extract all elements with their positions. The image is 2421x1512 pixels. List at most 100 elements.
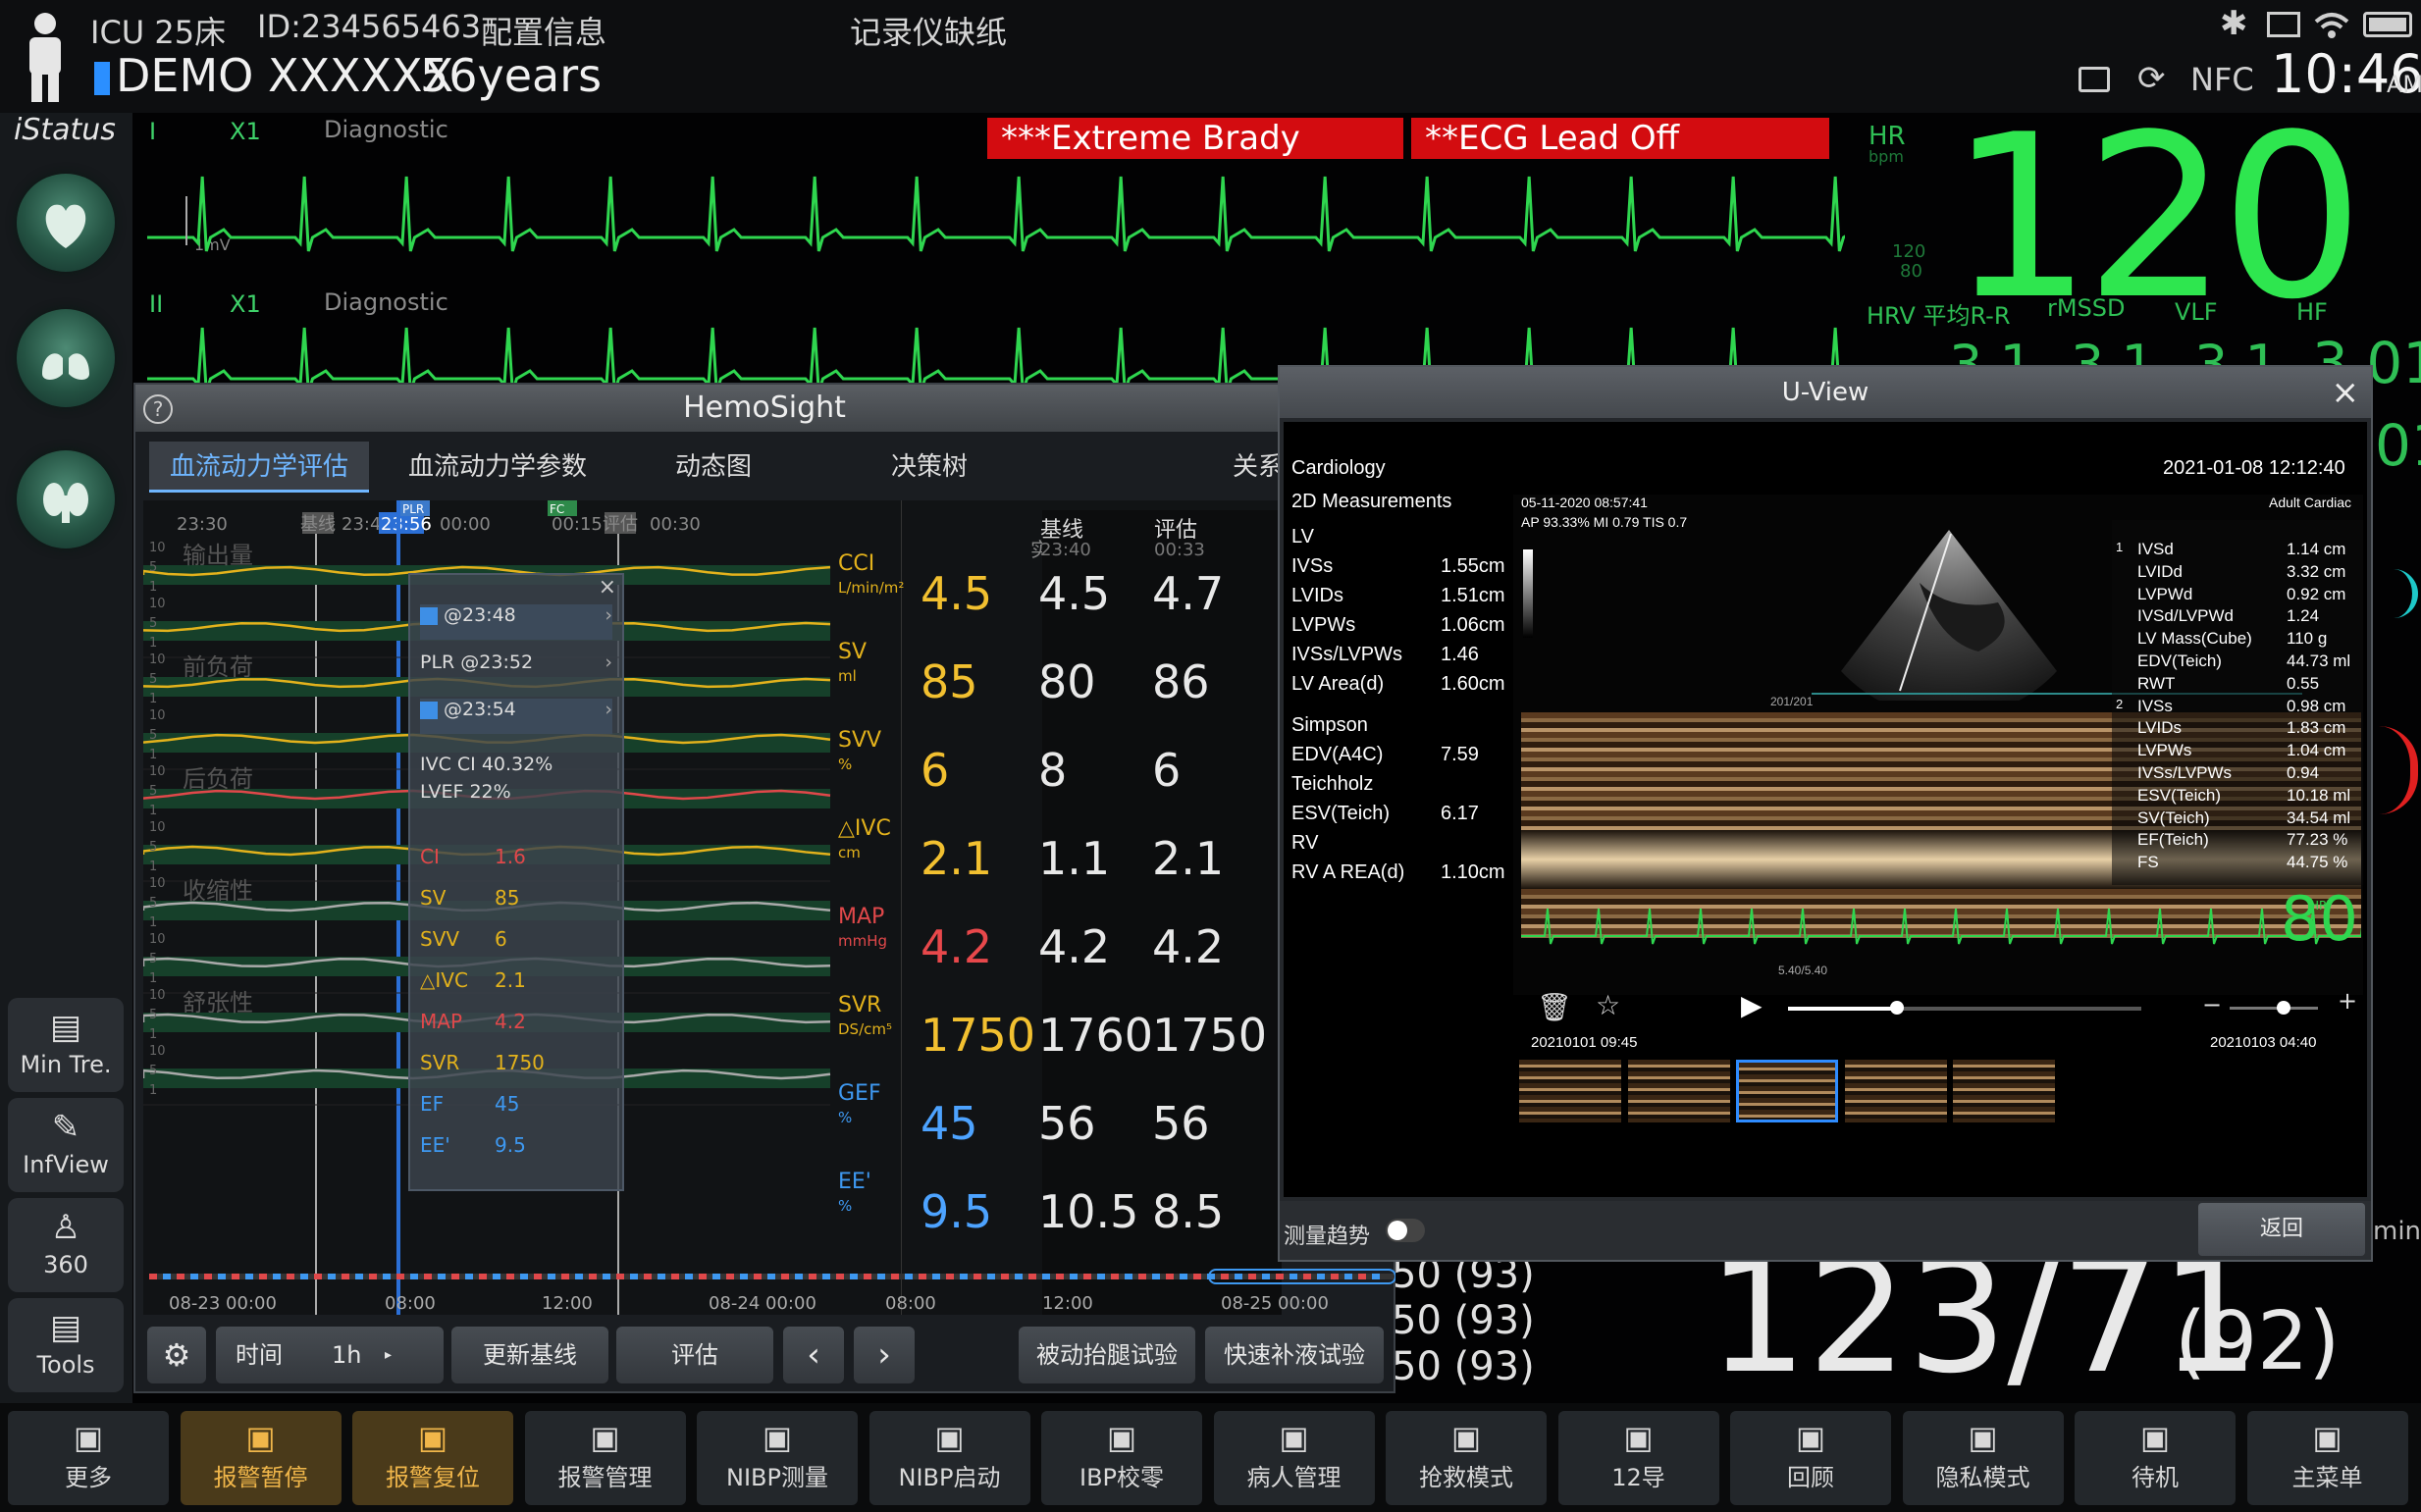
settings-button[interactable]: ⚙ (147, 1327, 206, 1383)
y-tick: 10 (149, 876, 166, 891)
quickkey-patient-manage-button[interactable]: ▣ 病人管理 (1213, 1411, 1375, 1505)
quickkey-alarm-manage-button[interactable]: ▣ 报警管理 (524, 1411, 686, 1505)
param-name: SVV (838, 728, 882, 753)
timeline-event (163, 1274, 171, 1279)
ecg-filter-1[interactable]: Diagnostic (324, 116, 448, 143)
play-icon[interactable]: ▶ (1741, 989, 1763, 1021)
playback-slider[interactable] (1788, 1001, 2141, 1015)
tools-button[interactable]: ▤ Tools (8, 1298, 124, 1392)
quickkey-label: 12导 (1611, 1464, 1665, 1491)
param-current-value[interactable]: 9.5 (921, 1185, 992, 1238)
meas-name: ESV(Teich) (1291, 803, 1391, 824)
timeline-event (232, 1274, 239, 1279)
timeline-event (396, 1274, 404, 1279)
zoom-out-icon[interactable]: − (2202, 991, 2222, 1018)
popup-event-3[interactable]: @23:54 › (420, 699, 612, 734)
param-unit: DS/cm⁵ (838, 1020, 892, 1038)
table-value: 44.73 ml (2287, 652, 2351, 670)
quickkey-ibp-zero-button[interactable]: ▣ IBP校零 (1041, 1411, 1202, 1505)
quickkey-standby-button[interactable]: ▣ 待机 (2075, 1411, 2236, 1505)
zoom-handle[interactable] (2277, 1001, 2290, 1015)
infview-label: InfView (23, 1151, 109, 1178)
timeline-event (1180, 1274, 1187, 1279)
clip-thumbnail[interactable] (1953, 1060, 2055, 1122)
close-icon[interactable]: × (599, 575, 616, 600)
evaluate-button[interactable]: 评估 (616, 1327, 773, 1383)
alarm-ecg-lead-off[interactable]: **ECG Lead Off (1411, 118, 1829, 159)
timeline-event (1248, 1274, 1256, 1279)
quickkey-more-button[interactable]: ▣ 更多 (8, 1411, 169, 1505)
zoom-in-icon[interactable]: + (2338, 987, 2357, 1015)
meas-name: LV Area(d) (1291, 673, 1385, 695)
trend-toggle[interactable] (1386, 1219, 1425, 1242)
lung-status-button[interactable] (17, 309, 115, 407)
quickkey-main-menu-button[interactable]: ▣ 主菜单 (2246, 1411, 2408, 1505)
param-unit: ml (838, 667, 857, 685)
tab-decision-tree[interactable]: 决策树 (826, 442, 1032, 493)
time-range-select[interactable]: 时间 1h ▸ (216, 1327, 444, 1383)
patient-name[interactable]: DEMO XXXXXX (116, 49, 453, 102)
clip-thumbnail[interactable] (1736, 1060, 1838, 1122)
prev-button[interactable]: ‹ (783, 1327, 844, 1383)
playback-handle[interactable] (1890, 1001, 1904, 1015)
view-360-button[interactable]: ♙ 360 (8, 1198, 124, 1292)
rmssd-label: rMSSD (2047, 294, 2126, 322)
quickkey-alarm-reset-button[interactable]: ▣ 报警复位 (352, 1411, 513, 1505)
min-trend-button[interactable]: ▤ Min Tre. (8, 998, 124, 1092)
close-icon[interactable]: × (2332, 373, 2360, 412)
overview-timeline[interactable]: 08-23 00:00 08:00 12:00 08-24 00:00 08:00 12:… (149, 1266, 1395, 1325)
back-button[interactable]: 返回 (2198, 1203, 2365, 1256)
plr-test-button[interactable]: 被动抬腿试验 (1019, 1327, 1195, 1383)
ecg-waveforms (147, 176, 1845, 383)
quickkey-rescue-button[interactable]: ▣ 抢救模式 (1386, 1411, 1547, 1505)
help-icon[interactable]: ? (143, 394, 173, 424)
zoom-slider[interactable] (2230, 1001, 2318, 1015)
timeline-event (1235, 1274, 1242, 1279)
fluid-challenge-button[interactable]: 快速补液试验 (1205, 1327, 1384, 1383)
clip-thumbnail[interactable] (1844, 1060, 1947, 1122)
param-current-value[interactable]: 45 (921, 1097, 978, 1150)
alarm-extreme-brady[interactable]: ***Extreme Brady (987, 118, 1403, 159)
tools-label: Tools (36, 1351, 95, 1379)
next-button[interactable]: › (854, 1327, 915, 1383)
clip-thumbnail[interactable] (1627, 1060, 1730, 1122)
min-trend-label: Min Tre. (20, 1051, 112, 1078)
heart-status-button[interactable] (17, 174, 115, 272)
tab-hemodynamic-params[interactable]: 血流动力学参数 (395, 442, 601, 493)
quickkey-review-button[interactable]: ▣ 回顾 (1730, 1411, 1891, 1505)
table-value: 0.55 (2287, 673, 2320, 693)
tab-dynamic-chart[interactable]: 动态图 (630, 442, 797, 493)
kidney-status-button[interactable] (17, 450, 115, 548)
param-current-value[interactable]: 85 (921, 655, 978, 708)
star-icon[interactable]: ☆ (1596, 989, 1620, 1021)
nibp-history[interactable]: 50 (93) 50 (93) 50 (93) (1392, 1252, 1535, 1390)
param-current-value[interactable]: 6 (921, 744, 949, 797)
clip-thumbnail[interactable] (1519, 1060, 1621, 1122)
quickkey-privacy-button[interactable]: ▣ 隐私模式 (1902, 1411, 2064, 1505)
param-current-value[interactable]: 1750 (921, 1009, 1035, 1062)
tab-hemodynamic-assessment[interactable]: 血流动力学评估 (149, 442, 369, 493)
quickkey-ecg12-button[interactable]: ▣ 12导 (1557, 1411, 1719, 1505)
quickkey-nibp-start-button[interactable]: ▣ NIBP启动 (868, 1411, 1030, 1505)
recorder-status: 记录仪缺纸 (850, 14, 1008, 51)
ecg-gain-1[interactable]: X1 (230, 118, 261, 145)
trash-icon[interactable]: 🗑 (1537, 991, 1572, 1023)
param-current-value[interactable]: 4.5 (921, 567, 992, 620)
patient-figure-icon[interactable] (18, 10, 73, 104)
quickkey-alarm-pause-button[interactable]: ▣ 报警暂停 (180, 1411, 342, 1505)
config-info-link[interactable]: 配置信息 (481, 14, 606, 51)
infview-button[interactable]: ✎ InfView (8, 1098, 124, 1192)
timeline-event (726, 1274, 734, 1279)
bed-label[interactable]: ICU 25床 (90, 14, 226, 51)
ecg-lead-1-label[interactable]: I (149, 118, 156, 145)
timeline-event (1042, 1274, 1050, 1279)
quickkey-label: 更多 (65, 1464, 112, 1491)
update-baseline-button[interactable]: 更新基线 (451, 1327, 608, 1383)
quickkey-nibp-measure-button[interactable]: ▣ NIBP测量 (697, 1411, 858, 1505)
table-key: LVIDs (2137, 718, 2183, 738)
nibp-history-item: 50 (93) (1392, 1298, 1535, 1343)
popup-event-2[interactable]: PLR @23:52 › (420, 652, 612, 687)
param-current-value[interactable]: 2.1 (921, 832, 992, 885)
popup-event-1[interactable]: @23:48 › (420, 604, 612, 640)
param-current-value[interactable]: 4.2 (921, 920, 992, 973)
